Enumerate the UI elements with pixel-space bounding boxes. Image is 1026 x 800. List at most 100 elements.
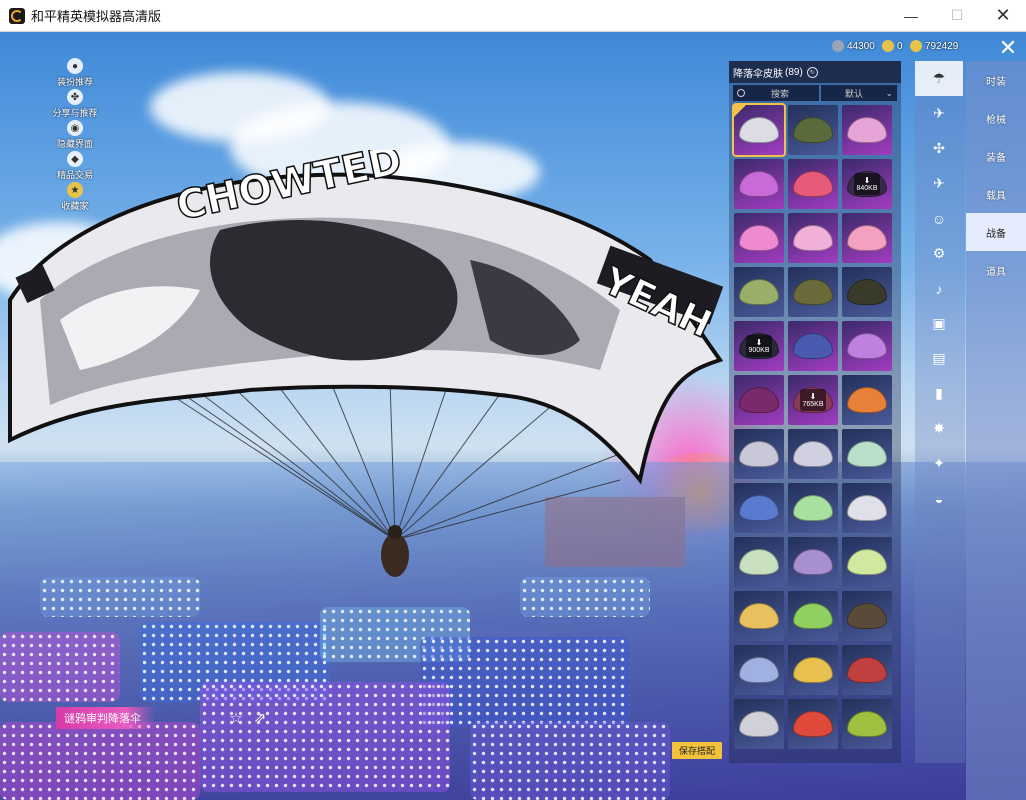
person-icon: ● <box>67 58 83 74</box>
firework-icon[interactable]: ✸ <box>915 411 963 446</box>
menu-collector[interactable]: ★ 收藏家 <box>50 182 100 213</box>
new-tag <box>734 105 746 117</box>
skin-cell[interactable] <box>842 213 892 263</box>
skin-cell[interactable] <box>732 103 786 157</box>
minimize-button[interactable]: — <box>888 0 934 31</box>
plane-icon[interactable]: ✈ <box>915 166 963 201</box>
menu-hide-ui[interactable]: ◉ 隐藏界面 <box>50 120 100 151</box>
gem-icon <box>832 40 844 52</box>
tab-vehicles[interactable]: 载具 <box>966 175 1026 213</box>
download-badge[interactable]: ⬇ 840KB <box>854 173 880 195</box>
skin-cell[interactable] <box>842 105 892 155</box>
skin-cell[interactable] <box>788 537 838 587</box>
panel-title: 降落伞皮肤 <box>733 68 783 80</box>
app-logo-icon <box>9 7 25 24</box>
skin-cell[interactable] <box>734 537 784 587</box>
save-outfit-button[interactable]: 保存搭配 <box>672 742 722 759</box>
skin-cell[interactable] <box>734 213 784 263</box>
skin-cell[interactable] <box>734 375 784 425</box>
wand-icon[interactable]: ✦ <box>915 446 963 481</box>
refresh-icon[interactable]: ↻ <box>806 66 818 78</box>
tab-equipment[interactable]: 装备 <box>966 137 1026 175</box>
gallery-icon[interactable]: ▤ <box>915 341 963 376</box>
skin-cell[interactable] <box>788 429 838 479</box>
currency-value: 44300 <box>847 40 875 52</box>
skin-cell[interactable] <box>734 267 784 317</box>
skin-cell[interactable] <box>788 267 838 317</box>
gold-icon <box>910 40 922 52</box>
skin-cell[interactable] <box>734 483 784 533</box>
skin-cell[interactable] <box>788 483 838 533</box>
tab-props[interactable]: 道具 <box>966 251 1026 289</box>
download-badge[interactable]: ⬇ 900KB <box>746 335 772 357</box>
drone-icon[interactable]: ✣ <box>915 131 963 166</box>
skin-cell[interactable] <box>734 159 784 209</box>
skin-cell[interactable] <box>788 159 838 209</box>
share-icon[interactable]: ⇗ <box>251 709 269 727</box>
menu-shop[interactable]: ◆ 精品交易 <box>50 151 100 182</box>
currency-value: 792429 <box>925 40 959 52</box>
glider-icon[interactable]: ✈ <box>915 96 963 131</box>
spray-icon[interactable]: ▮ <box>915 376 963 411</box>
search-icon <box>737 89 745 97</box>
skin-cell[interactable] <box>842 483 892 533</box>
skin-cell[interactable]: ⬇ 900KB <box>734 321 784 371</box>
search-input[interactable]: 搜索 <box>733 85 819 101</box>
sort-dropdown[interactable]: 默认 ⌄ <box>821 85 897 101</box>
tab-combat-prep[interactable]: 战备 <box>966 213 1026 251</box>
ufo-icon[interactable]: ◒ <box>915 481 963 516</box>
skin-cell[interactable] <box>788 699 838 749</box>
maximize-button[interactable]: ☐ <box>934 0 980 31</box>
download-icon: ⬇ <box>809 391 817 401</box>
skin-cell[interactable]: ⬇ 840KB <box>842 159 892 209</box>
skin-cell[interactable] <box>842 321 892 371</box>
filter-row: 搜索 默认 ⌄ <box>733 85 897 101</box>
panel-count: (89) <box>785 66 803 78</box>
download-icon: ⬇ <box>863 175 871 185</box>
shop-icon: ◆ <box>67 151 83 167</box>
close-window-button[interactable]: ✕ <box>980 0 1026 31</box>
close-icon[interactable]: ✕ <box>994 35 1022 60</box>
parachute-icon[interactable]: ☂ <box>915 61 963 96</box>
skin-cell[interactable]: ⬇ 765KB <box>788 375 838 425</box>
skin-cell[interactable] <box>842 537 892 587</box>
menu-share[interactable]: ✤ 分享与推荐 <box>50 89 100 120</box>
left-menu: ● 装扮推荐 ✤ 分享与推荐 ◉ 隐藏界面 ◆ 精品交易 ★ 收藏家 <box>50 58 100 213</box>
emote-icon[interactable]: ☺ <box>915 201 963 236</box>
share-hub-icon: ✤ <box>67 89 83 105</box>
skin-cell[interactable] <box>842 375 892 425</box>
skin-cell[interactable] <box>842 591 892 641</box>
currency-gems: 44300 <box>832 40 875 52</box>
tab-fashion[interactable]: 时装 <box>966 61 1026 99</box>
skin-cell[interactable] <box>734 645 784 695</box>
skin-cell[interactable] <box>788 645 838 695</box>
robot-icon[interactable]: ⚙ <box>915 236 963 271</box>
skin-grid: ⬇ 840KB ⬇ 900KB ⬇ 765KB <box>732 103 899 749</box>
skin-cell[interactable] <box>842 699 892 749</box>
currency-value: 0 <box>897 40 903 52</box>
parachute-model: CHOWTED YEAH <box>8 150 724 577</box>
sound-icon[interactable]: ♪ <box>915 271 963 306</box>
download-size: 900KB <box>748 346 770 354</box>
download-size: 840KB <box>856 184 878 192</box>
download-icon: ⬇ <box>755 337 763 347</box>
badge-icon: ★ <box>67 182 83 198</box>
skin-cell[interactable] <box>842 267 892 317</box>
favorite-star-icon[interactable]: ☆ <box>227 709 245 727</box>
skin-cell[interactable] <box>734 699 784 749</box>
skin-cell[interactable] <box>842 429 892 479</box>
skin-cell[interactable] <box>788 321 838 371</box>
window-title-bar: 和平精英模拟器高清版 — ☐ ✕ <box>0 0 1026 32</box>
skin-cell[interactable] <box>788 213 838 263</box>
skin-cell[interactable] <box>734 429 784 479</box>
skin-cell[interactable] <box>842 645 892 695</box>
skin-cell[interactable] <box>788 105 838 155</box>
menu-label: 分享与推荐 <box>52 108 98 118</box>
tab-guns[interactable]: 枪械 <box>966 99 1026 137</box>
eye-icon: ◉ <box>67 120 83 136</box>
menu-outfit-recommend[interactable]: ● 装扮推荐 <box>50 58 100 89</box>
skin-cell[interactable] <box>734 591 784 641</box>
sticker-icon[interactable]: ▣ <box>915 306 963 341</box>
skin-cell[interactable] <box>788 591 838 641</box>
download-badge[interactable]: ⬇ 765KB <box>800 389 826 411</box>
